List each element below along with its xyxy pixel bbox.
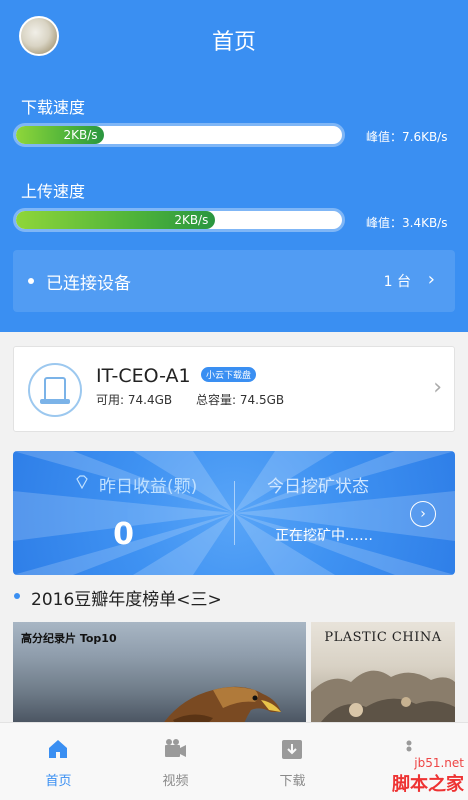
documentary-poster[interactable]: 高分纪录片 Top10 <box>13 622 306 722</box>
download-icon <box>282 740 302 759</box>
page-title: 首页 <box>211 30 256 55</box>
mining-status-label: 今日挖矿状态 <box>267 477 369 497</box>
yesterday-earnings-value: 0 <box>113 517 134 552</box>
connected-devices-label: 已连接设备 <box>46 274 131 294</box>
upload-peak: 峰值：3.4KB/s <box>366 216 448 230</box>
mining-card[interactable]: 昨日收益(颗) 0 今日挖矿状态 正在挖矿中…… › <box>13 451 455 575</box>
home-icon <box>49 740 67 758</box>
bullet-icon <box>28 278 34 284</box>
watermark: jb51.net 脚本之家 <box>392 756 464 796</box>
device-card[interactable]: IT-CEO-A1 小云下载盘 可用: 74.4GB 总容量: 74.5GB › <box>13 346 455 432</box>
nav-label: 下载 <box>279 774 306 789</box>
upload-speed-label: 上传速度 <box>21 182 86 201</box>
download-peak: 峰值：7.6KB/s <box>366 130 448 144</box>
nav-video[interactable]: 视频 <box>117 723 234 800</box>
plastic-china-poster[interactable]: PLASTIC CHINA <box>311 622 455 722</box>
chevron-right-icon: › <box>433 375 442 400</box>
watermark-text: 脚本之家 <box>392 774 464 795</box>
hard-disk-icon <box>28 363 82 417</box>
download-speed-label: 下载速度 <box>21 98 86 117</box>
watermark-url: jb51.net <box>414 756 464 770</box>
garbage-pile-image <box>311 670 455 722</box>
device-name: IT-CEO-A1 <box>96 365 191 387</box>
device-free-space: 可用: 74.4GB <box>96 393 173 407</box>
diamond-icon <box>76 475 88 489</box>
nav-label: 首页 <box>45 774 72 789</box>
upload-speed-value: 2KB/s <box>174 213 209 227</box>
upload-progress-bar: 2KB/s <box>13 208 345 232</box>
device-tag-badge: 小云下载盘 <box>201 367 257 382</box>
poster-title: 高分纪录片 Top10 <box>21 632 117 645</box>
header: 首页 下载速度 2KB/s 峰值：7.6KB/s 上传速度 2KB/s 峰值：3… <box>0 0 468 332</box>
nav-download[interactable]: 下载 <box>234 723 351 800</box>
bullet-icon <box>14 593 20 599</box>
device-total-space: 总容量: 74.5GB <box>196 393 285 407</box>
nav-label: 视频 <box>162 774 189 789</box>
mining-status-value: 正在挖矿中…… <box>275 528 373 544</box>
chevron-right-circle-icon[interactable]: › <box>410 501 436 527</box>
connected-devices-row[interactable]: 已连接设备 1 台 › <box>13 250 455 312</box>
connected-devices-count: 1 台 <box>383 274 411 290</box>
chevron-right-icon: › <box>427 269 435 290</box>
divider <box>234 481 235 545</box>
poster-title: PLASTIC CHINA <box>324 630 442 645</box>
ranking-title[interactable]: 2016豆瓣年度榜单<三> <box>31 585 222 610</box>
yesterday-earnings-label: 昨日收益(颗) <box>99 477 198 497</box>
nav-home[interactable]: 首页 <box>0 723 117 800</box>
download-progress-bar: 2KB/s <box>13 123 345 147</box>
eagle-image <box>164 686 281 722</box>
download-speed-value: 2KB/s <box>63 128 98 142</box>
camera-icon <box>165 739 186 757</box>
